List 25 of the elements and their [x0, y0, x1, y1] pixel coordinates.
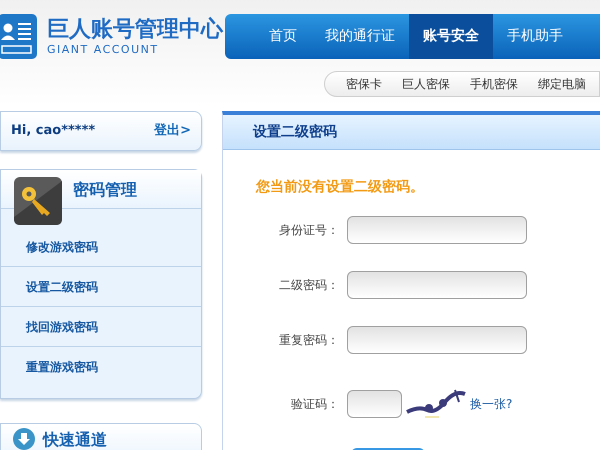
nav-tab[interactable]: 我的通行证 [311, 14, 409, 59]
subnav-link[interactable]: 巨人密保 [393, 75, 459, 93]
subnav-link[interactable]: 密保卡 [337, 75, 391, 93]
nav-tab[interactable]: 首页 [255, 14, 311, 59]
field-label: 身份证号： [278, 222, 339, 239]
nav-tab[interactable]: 手机助手 [493, 14, 577, 59]
user-greeting: Hi, cao***** [11, 122, 96, 140]
menu-item[interactable]: 找回游戏密码 [1, 307, 201, 347]
logout-link[interactable]: 登出> [154, 121, 191, 141]
menu-item[interactable]: 重置游戏密码 [1, 347, 201, 387]
refresh-captcha-link[interactable]: 换一张? [470, 395, 512, 413]
menu-item[interactable]: 设置二级密码 [1, 267, 201, 307]
subnav-link[interactable]: 手机密保 [461, 75, 527, 93]
menu-title: 密码管理 [73, 179, 137, 201]
quick-title: 快速通道 [43, 429, 107, 450]
field-label: 重复密码： [278, 332, 339, 349]
nav-tab[interactable]: 账号安全 [409, 14, 493, 59]
logo-title: 巨人账号管理中心 [47, 16, 223, 42]
panel-title: 设置二级密码 [253, 122, 337, 142]
menu-item[interactable]: 修改游戏密码 [1, 209, 201, 267]
notice-text: 您当前没有设置二级密码。 [256, 178, 425, 197]
field-label: 二级密码： [278, 277, 339, 294]
subnav-link[interactable]: 绑定电脑 [529, 75, 595, 93]
field-label: 验证码： [290, 396, 339, 413]
logo-subtitle: GIANT ACCOUNT [47, 42, 160, 56]
